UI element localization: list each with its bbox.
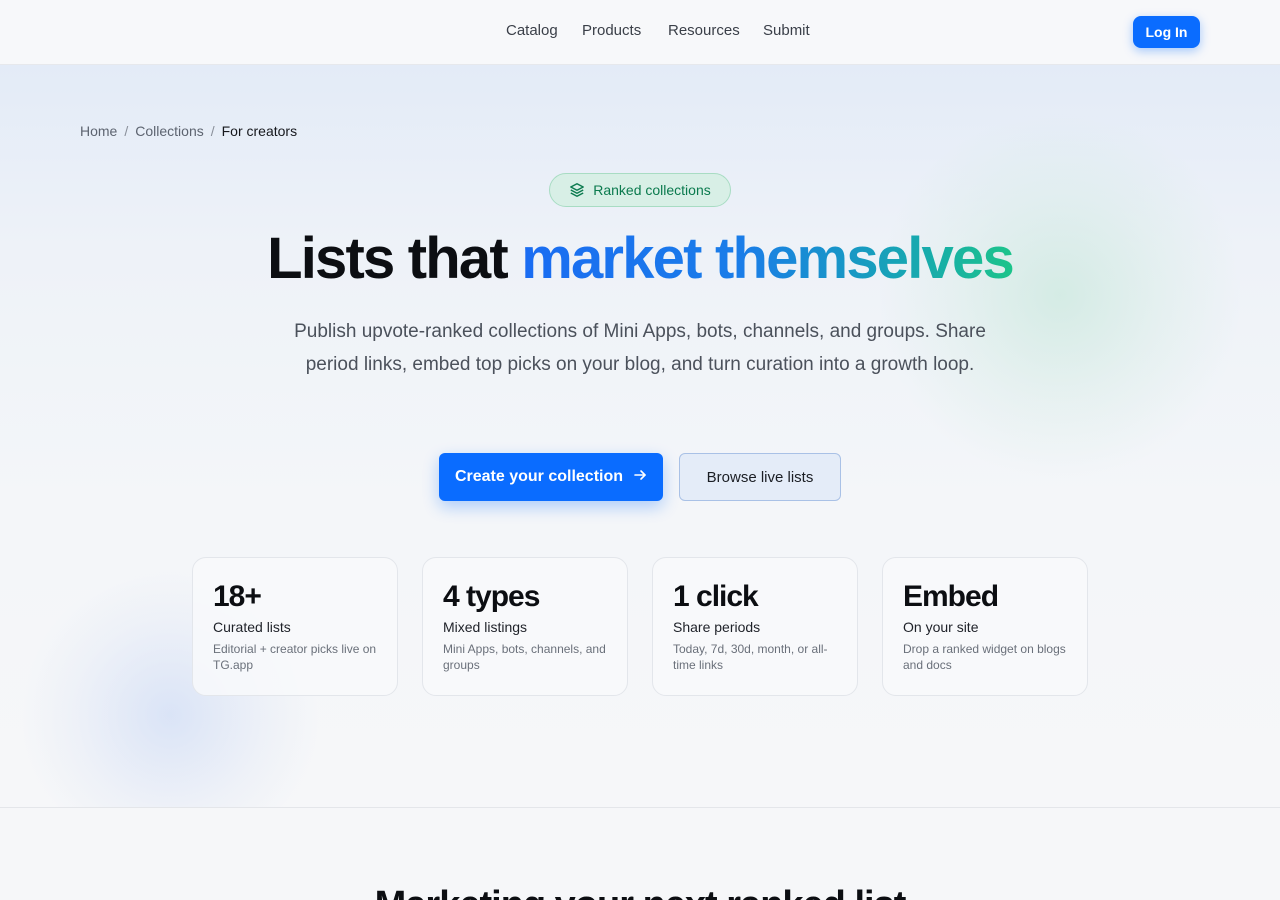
stat-value: 1 click: [673, 580, 759, 613]
breadcrumb-collections[interactable]: Collections: [135, 123, 203, 139]
stat-value: 18+: [213, 580, 262, 613]
stat-description: Mini Apps, bots, channels, and groups: [443, 642, 606, 672]
stat-title: Mixed listings: [443, 619, 528, 635]
breadcrumb-home[interactable]: Home: [80, 123, 117, 139]
arrow-right-icon: [633, 468, 647, 487]
login-button[interactable]: Log In: [1133, 16, 1200, 48]
create-collection-label: Create your collection: [454, 468, 624, 485]
hero-section: Home / Collections / For creators Ranked col…: [0, 65, 1280, 808]
stat-card: 1 click Share periods Today, 7d, 30d, mo…: [652, 557, 858, 696]
badge-label: Ranked collections: [593, 182, 711, 198]
section-heading-text: Marketing your next ranked list: [0, 883, 1280, 900]
stat-description: Today, 7d, 30d, month, or all-time links: [673, 642, 828, 672]
stat-card: Embed On your site Drop a ranked widget …: [882, 557, 1088, 696]
page-title: Lists that market themselves: [0, 225, 1280, 292]
stat-card: 4 types Mixed listings Mini Apps, bots, …: [422, 557, 628, 696]
nav-item-resources[interactable]: Resources: [668, 22, 740, 39]
nav-item-products[interactable]: Products: [582, 22, 641, 39]
create-collection-button[interactable]: Create your collection: [439, 453, 663, 501]
stat-description: Drop a ranked widget on blogs and docs: [903, 642, 1066, 672]
site-header: Catalog Products Resources Submit Log In: [0, 0, 1280, 65]
main-nav: Catalog Products Resources Submit: [0, 0, 1280, 64]
breadcrumb-separator: /: [124, 123, 129, 139]
stat-title: On your site: [903, 619, 979, 635]
stat-title: Curated lists: [213, 619, 291, 635]
nav-item-submit[interactable]: Submit: [763, 22, 810, 39]
hero-subtext: Publish upvote-ranked collections of Min…: [294, 321, 986, 375]
ranked-collections-badge: Ranked collections: [549, 173, 731, 207]
stat-value: 4 types: [443, 580, 540, 613]
layers-icon: [569, 182, 585, 198]
stat-card: 18+ Curated lists Editorial + creator pi…: [192, 557, 398, 696]
section-heading: Marketing your next ranked list: [0, 883, 1280, 900]
stat-title: Share periods: [673, 619, 761, 635]
breadcrumb-current: For creators: [221, 123, 298, 139]
background-glow: [880, 105, 1240, 485]
breadcrumb: Home / Collections / For creators: [80, 123, 297, 139]
stats-row: 18+ Curated lists Editorial + creator pi…: [0, 557, 1280, 697]
title-accent: market themselves: [521, 226, 1015, 291]
stat-value: Embed: [903, 580, 999, 613]
nav-item-catalog[interactable]: Catalog: [506, 22, 558, 39]
title-plain: Lists that: [267, 226, 509, 291]
breadcrumb-separator: /: [210, 123, 215, 139]
browse-live-lists-button[interactable]: Browse live lists: [679, 453, 841, 501]
stat-description: Editorial + creator picks live on TG.app: [213, 642, 377, 672]
